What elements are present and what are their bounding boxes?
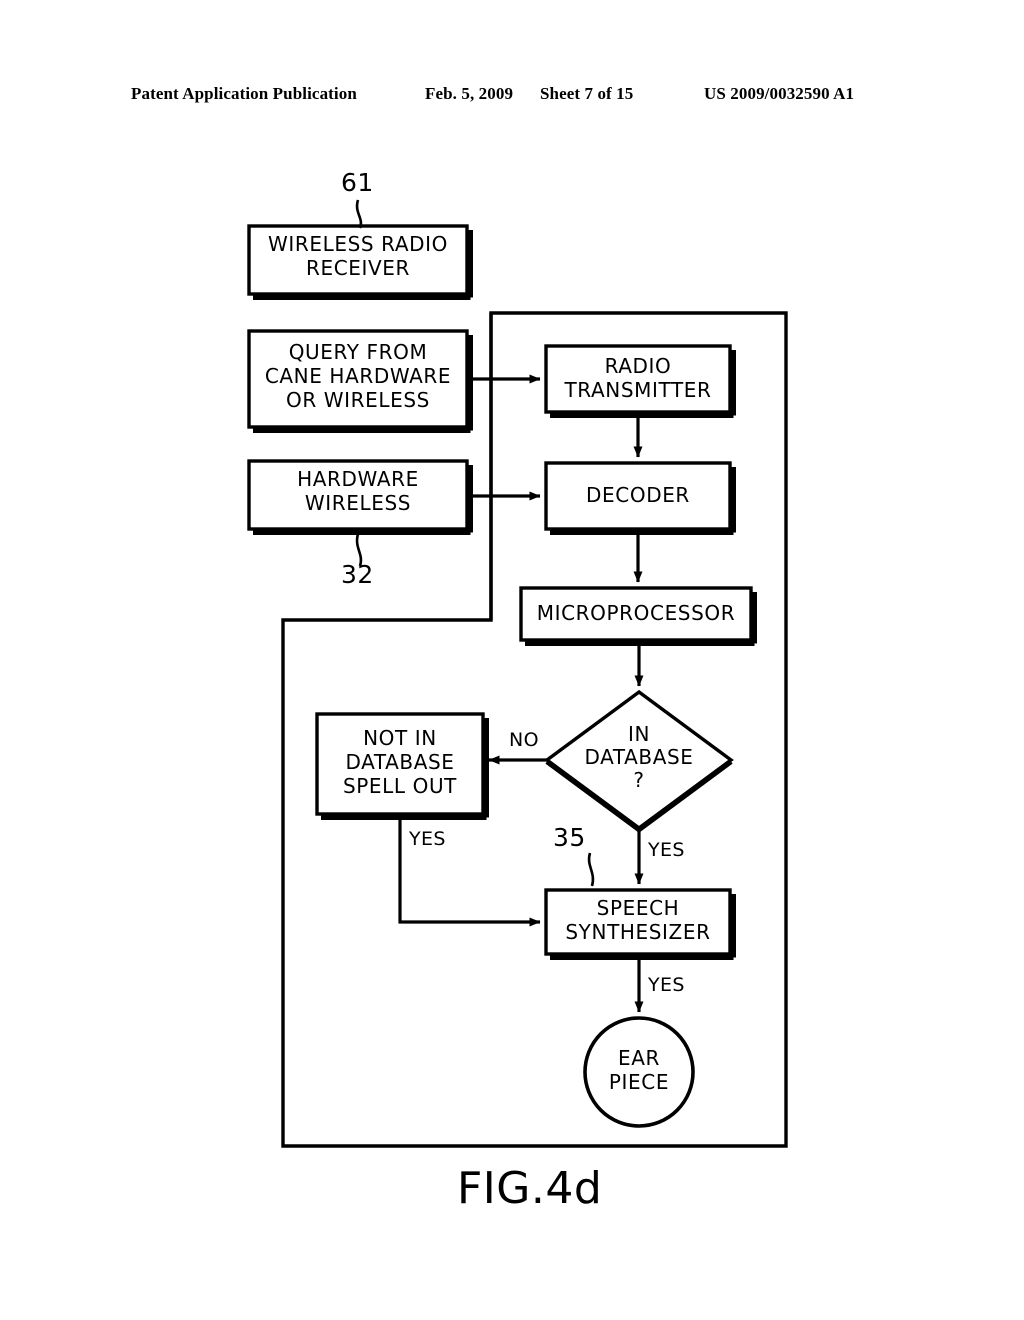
- flowchart-figure: WIRELESS RADIO RECEIVER QUERY FROM CANE …: [0, 0, 1024, 1320]
- node-radio-transmitter-box: [544, 344, 732, 414]
- node-query-box: [247, 329, 469, 429]
- leader-line-61: [355, 199, 363, 229]
- node-speech-synthesizer-box: [544, 888, 732, 956]
- reference-numeral-35: 35: [553, 823, 586, 852]
- reference-numeral-32: 32: [341, 560, 374, 589]
- flowchart-svg: [247, 199, 788, 1148]
- leader-line-35: [587, 852, 595, 887]
- edge-label-synthesizer-yes: YES: [648, 974, 685, 996]
- node-in-database-diamond: [544, 689, 734, 831]
- reference-numeral-61: 61: [341, 168, 374, 197]
- edge-label-spellout-yes: YES: [409, 828, 446, 850]
- node-hardware-wireless-box: [247, 459, 469, 531]
- node-ear-piece-circle: [583, 1016, 695, 1128]
- figure-caption: FIG.4d: [457, 1163, 603, 1214]
- node-microprocessor-box: [519, 586, 753, 642]
- node-not-in-database-box: [315, 712, 485, 816]
- edge-label-no: NO: [509, 729, 539, 751]
- edge-label-decision-yes: YES: [648, 839, 685, 861]
- node-decoder-box: [544, 461, 732, 531]
- node-wireless-radio-receiver-box: [247, 224, 469, 296]
